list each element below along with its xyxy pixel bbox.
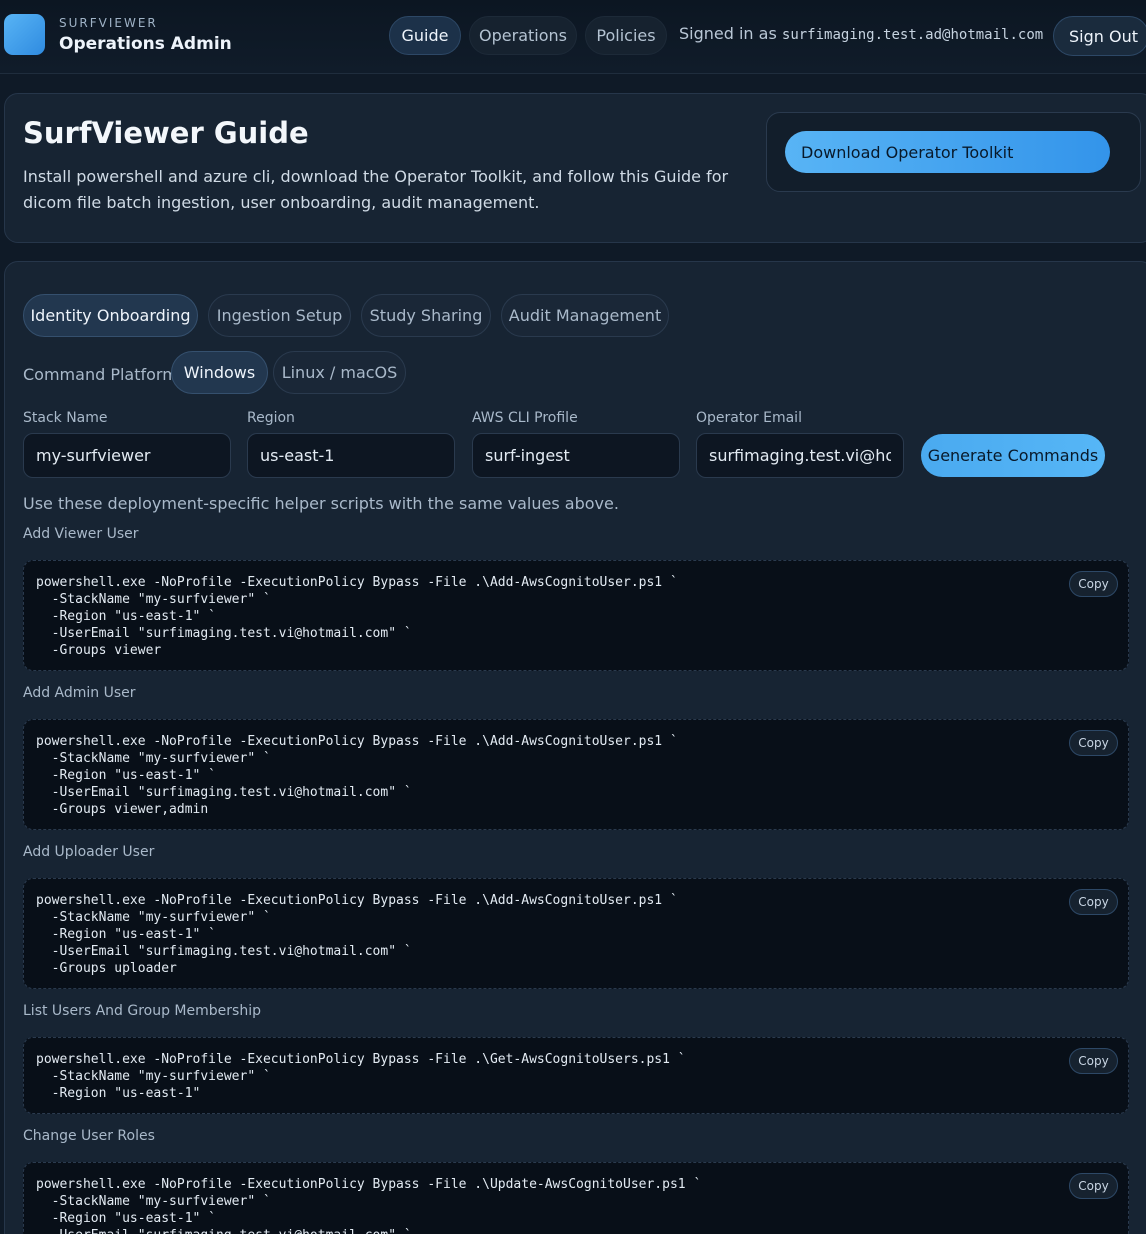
code-block-add-admin: powershell.exe -NoProfile -ExecutionPoli… (23, 719, 1129, 830)
page-title: SurfViewer Guide (23, 116, 309, 150)
tab-audit-management[interactable]: Audit Management (501, 294, 669, 337)
guide-main-panel: Identity Onboarding Ingestion Setup Stud… (4, 261, 1146, 1234)
tab-study-sharing[interactable]: Study Sharing (361, 294, 491, 337)
copy-button[interactable]: Copy (1069, 1048, 1118, 1074)
operator-email-input[interactable] (696, 433, 904, 478)
nav-operations[interactable]: Operations (469, 16, 577, 55)
platform-linux-macos[interactable]: Linux / macOS (273, 351, 406, 394)
code-block-change-roles: powershell.exe -NoProfile -ExecutionPoli… (23, 1162, 1129, 1234)
stack-name-input[interactable] (23, 433, 231, 478)
stack-name-label: Stack Name (23, 410, 108, 426)
code-text[interactable]: powershell.exe -NoProfile -ExecutionPoli… (36, 1051, 1116, 1102)
code-text[interactable]: powershell.exe -NoProfile -ExecutionPoli… (36, 574, 1116, 659)
region-label: Region (247, 410, 295, 426)
code-text[interactable]: powershell.exe -NoProfile -ExecutionPoli… (36, 892, 1116, 977)
copy-button[interactable]: Copy (1069, 730, 1118, 756)
nav-guide[interactable]: Guide (389, 16, 461, 55)
helper-text: Use these deployment-specific helper scr… (23, 494, 619, 513)
region-input[interactable] (247, 433, 455, 478)
guide-hero-card: SurfViewer Guide Install powershell and … (4, 93, 1146, 243)
section-label-add-uploader: Add Uploader User (23, 844, 155, 860)
section-label-add-viewer: Add Viewer User (23, 526, 139, 542)
platform-windows[interactable]: Windows (171, 351, 268, 394)
aws-profile-input[interactable] (472, 433, 680, 478)
signed-in-status: Signed in as surfimaging.test.ad@hotmail… (679, 24, 1043, 43)
section-label-add-admin: Add Admin User (23, 685, 136, 701)
brand-title: Operations Admin (59, 34, 232, 54)
app-logo-icon (4, 14, 45, 55)
code-block-list-users: powershell.exe -NoProfile -ExecutionPoli… (23, 1037, 1129, 1114)
copy-button[interactable]: Copy (1069, 889, 1118, 915)
section-label-list-users: List Users And Group Membership (23, 1003, 261, 1019)
copy-button[interactable]: Copy (1069, 1173, 1118, 1199)
download-toolkit-button[interactable]: Download Operator Toolkit (785, 131, 1110, 173)
tab-ingestion-setup[interactable]: Ingestion Setup (208, 294, 351, 337)
code-text[interactable]: powershell.exe -NoProfile -ExecutionPoli… (36, 733, 1116, 818)
toolkit-panel: Download Operator Toolkit (766, 112, 1141, 192)
sign-out-button[interactable]: Sign Out (1053, 16, 1146, 56)
code-text[interactable]: powershell.exe -NoProfile -ExecutionPoli… (36, 1176, 1116, 1234)
code-block-add-viewer: powershell.exe -NoProfile -ExecutionPoli… (23, 560, 1129, 671)
top-bar: SURFVIEWER Operations Admin Guide Operat… (0, 0, 1146, 74)
code-block-add-uploader: powershell.exe -NoProfile -ExecutionPoli… (23, 878, 1129, 989)
nav-policies[interactable]: Policies (585, 16, 667, 55)
signed-in-email: surfimaging.test.ad@hotmail.com (781, 27, 1044, 43)
section-label-change-roles: Change User Roles (23, 1128, 155, 1144)
page-description: Install powershell and azure cli, downlo… (23, 167, 729, 212)
command-platform-label: Command Platform (23, 365, 178, 384)
generate-commands-button[interactable]: Generate Commands (921, 434, 1105, 477)
signed-in-prefix: Signed in as (679, 24, 777, 43)
tab-identity-onboarding[interactable]: Identity Onboarding (23, 294, 198, 337)
copy-button[interactable]: Copy (1069, 571, 1118, 597)
brand-eyebrow: SURFVIEWER (59, 16, 158, 30)
operator-email-label: Operator Email (696, 410, 802, 426)
aws-profile-label: AWS CLI Profile (472, 410, 578, 426)
